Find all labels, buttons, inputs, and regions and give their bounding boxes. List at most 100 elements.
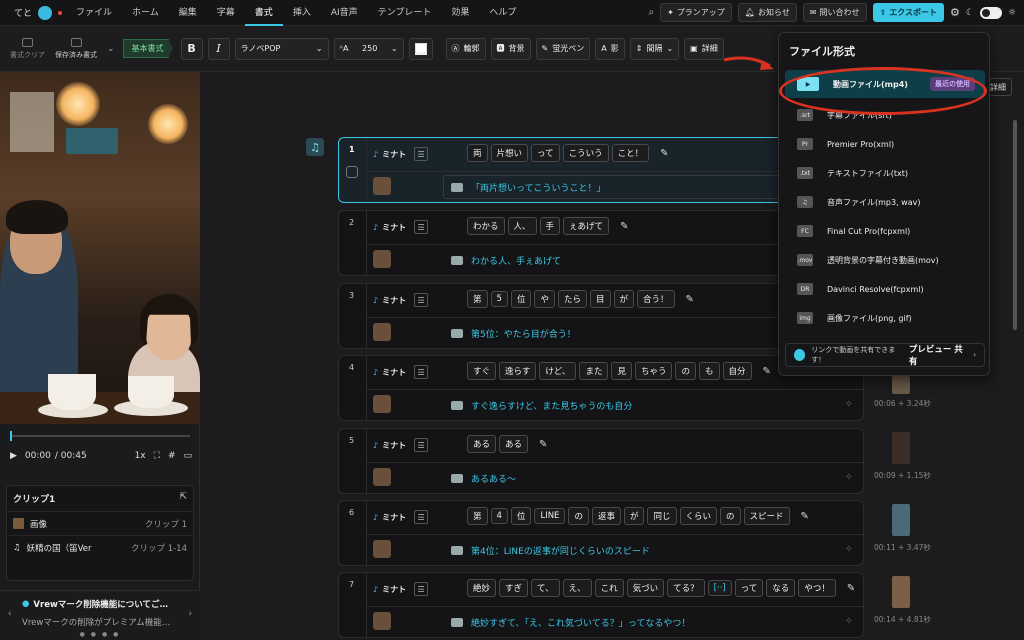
word-chip[interactable]: 自分 [722,362,752,380]
italic-button[interactable]: I [207,37,230,60]
word-chip[interactable]: これ [594,579,624,597]
settings-slider-icon[interactable]: ☰ [414,293,429,307]
word-chip[interactable]: って [531,144,560,162]
subtitle-row[interactable]: 5 ♪ ミナト ☰ ある ある ✎ あるある～ ✧ [338,428,864,494]
word-chip[interactable]: [··] [707,580,732,596]
magic-icon[interactable]: ✧ [845,616,853,627]
user-name[interactable]: てと [14,6,32,19]
pencil-icon[interactable]: ✎ [763,366,771,377]
pencil-icon[interactable]: ✎ [686,294,694,305]
clip-thumbnail[interactable] [892,576,910,608]
timeline-scrubber[interactable] [10,431,190,441]
export-option[interactable]: img 画像ファイル(png, gif) [785,305,985,331]
chevron-left-icon[interactable]: ‹ [8,609,11,619]
pencil-icon[interactable]: ✎ [539,439,547,450]
word-chip[interactable]: って [734,579,764,597]
subtitle-row[interactable]: 6 ♪ ミナト ☰ 第 4 位 LINE の返事が同じ くらいのスピード ✎ 第4位：LIN… [338,500,864,566]
saved-format-button[interactable]: 保存済み書式 [55,37,97,60]
word-chip[interactable]: こと！ [611,144,650,162]
clip-thumbnail[interactable] [892,376,910,394]
word-chip[interactable]: の [568,507,589,525]
avatar[interactable] [38,5,53,20]
row-thumbnail[interactable] [373,468,391,486]
detail-button[interactable]: ▣ 詳細 [684,37,724,60]
bold-button[interactable]: B [180,37,203,60]
subtitle-toggle-icon[interactable]: ▭ [183,451,192,461]
word-chip[interactable]: やつ！ [798,579,836,597]
share-preview-row[interactable]: リンクで動画を共有できます！ プレビュー 共有 › [785,343,985,367]
screenshot-icon[interactable]: ⛶ [154,451,160,461]
menu-subtitle[interactable]: 字幕 [207,0,245,26]
menu-insert[interactable]: 挿入 [283,0,321,26]
settings-slider-icon[interactable]: ☰ [414,438,429,452]
word-chip[interactable]: すぐ [467,362,497,380]
text-color-button[interactable] [408,37,433,60]
subtitle-text-row[interactable]: 第5位：やたら目が合う！ [451,327,576,340]
word-chip[interactable]: ちゃう [634,362,673,380]
chevron-right-icon[interactable]: › [189,609,192,619]
row-thumbnail[interactable] [373,177,391,195]
settings-slider-icon[interactable]: ☰ [414,582,429,596]
export-option[interactable]: DR Davinci Resolve(fcpxml) [785,276,985,302]
settings-slider-icon[interactable]: ☰ [414,147,429,161]
menu-edit[interactable]: 編集 [169,0,207,26]
word-chip[interactable]: わかる [467,217,505,235]
speaker-select[interactable]: ♪ ミナト ☰ [373,147,429,161]
word-chip[interactable]: すぎ [499,579,529,597]
speaker-select[interactable]: ♪ ミナト ☰ [373,582,429,596]
pencil-icon[interactable]: ✎ [620,221,628,232]
export-button[interactable]: ⇪ エクスポート [872,3,944,22]
word-chip[interactable]: 見 [611,362,632,380]
word-chip[interactable]: こういう [562,144,609,162]
menu-effects[interactable]: 効果 [441,0,479,26]
speaker-select[interactable]: ♪ ミナト ☰ [373,510,429,524]
clip-thumbnail[interactable] [892,504,910,536]
theme-toggle[interactable] [979,6,1002,19]
chevron-down-icon[interactable]: ⌄ [107,44,115,54]
word-chip[interactable]: 位 [510,290,532,308]
word-chip[interactable]: 同じ [647,507,677,525]
row-thumbnail[interactable] [373,395,391,413]
word-chip[interactable]: 4 [490,508,508,524]
magic-icon[interactable]: ✧ [845,544,853,555]
word-chip[interactable]: も [699,362,720,380]
speaker-select[interactable]: ♪ ミナト ☰ [373,365,429,379]
export-option[interactable]: .mov 透明背景の字幕付き動画(mov) [785,247,985,273]
spacing-button[interactable]: ⇕ 間隔 ⌄ [629,37,680,60]
row-checkbox[interactable] [346,166,358,178]
word-chip[interactable]: ぇあげて [563,217,610,235]
music-note-icon[interactable]: ♫ [306,138,324,156]
subtitle-text-row[interactable]: すぐ逸らすけど、また見ちゃうのも自分 [451,399,632,412]
settings-slider-icon[interactable]: ☰ [414,220,429,234]
word-chip[interactable]: 第 [467,507,488,525]
word-chip[interactable]: 気づい [626,579,665,597]
word-chip[interactable]: が [623,507,645,525]
word-chip[interactable]: 位 [510,507,532,525]
word-chip[interactable]: 第 [467,290,488,308]
notifications-button[interactable]: 🔔︎ お知らせ [737,3,797,22]
word-chip[interactable]: え、 [562,579,592,597]
font-select[interactable]: ラノベPOP ⌄ [234,37,329,60]
subtitle-text-row[interactable]: 絶妙すぎて、「え、これ気づいてる？」ってなるやつ！ [451,616,690,629]
word-chip[interactable]: てる？ [667,579,705,597]
word-chip[interactable]: 目 [589,290,611,308]
word-chip[interactable]: が [613,290,635,308]
pencil-icon[interactable]: ✎ [660,148,668,159]
word-chip[interactable]: や [534,290,555,308]
menu-format[interactable]: 書式 [244,0,283,26]
external-link-icon[interactable]: ⇱ [179,492,187,505]
menu-file[interactable]: ファイル [66,0,122,26]
clip-row-image[interactable]: 画像 クリップ 1 [7,511,193,535]
speaker-select[interactable]: ♪ ミナト ☰ [373,438,429,452]
word-chip[interactable]: 5 [490,291,508,307]
export-option[interactable]: FC Final Cut Pro(fcpxml) [785,218,985,244]
word-chip[interactable]: 絶妙 [467,579,497,597]
word-chip[interactable]: 返事 [591,507,621,525]
search-icon[interactable]: ⌕ [648,7,654,18]
subtitle-row[interactable]: 7 ♪ ミナト ☰ 絶妙 すぎ て、 え、 これ 気づい てる？ [··] って なる やつ！ ✎ 絶… [338,572,864,638]
gear-icon[interactable]: ⚙ [950,6,960,19]
word-chip[interactable]: の [720,507,741,525]
menu-ai-voice[interactable]: AI音声 [321,0,368,26]
word-chip[interactable]: また [579,362,609,380]
word-chip[interactable]: ある [467,435,497,453]
